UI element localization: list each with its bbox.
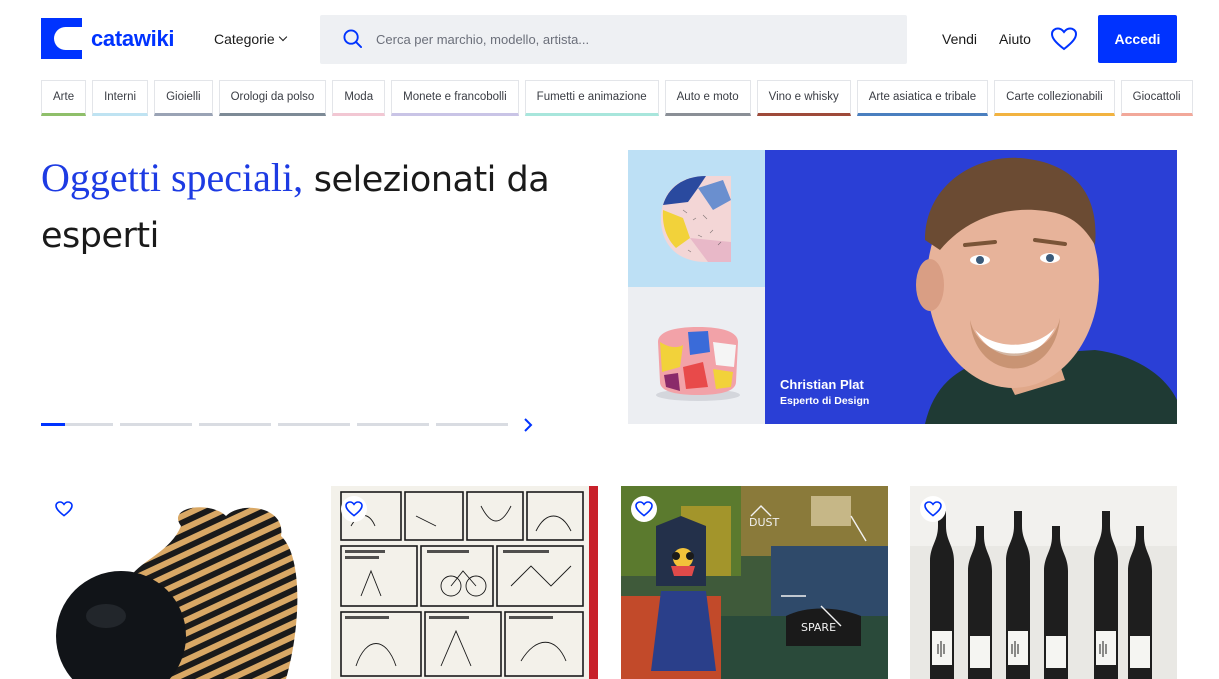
lot-card[interactable] [331,486,598,679]
svg-text:SPARE: SPARE [801,621,836,634]
carousel-next-arrow-icon[interactable] [520,417,536,433]
expert-role: Esperto di Design [780,395,870,407]
carousel-dot[interactable] [120,423,192,426]
category-tab[interactable]: Orologi da polso [218,80,327,116]
hero-title: Oggetti speciali, selezionati da esperti [41,150,601,264]
heart-icon [345,501,363,517]
carousel-dot[interactable] [199,423,271,426]
carousel-dot[interactable] [278,423,350,426]
help-link[interactable]: Aiuto [999,31,1031,47]
lot-card[interactable]: DUST SPARE [621,486,888,679]
chevron-down-icon [278,32,287,42]
category-tab[interactable]: Monete e francobolli [391,80,519,116]
category-tab[interactable]: Gioielli [154,80,213,116]
carousel-dot[interactable] [436,423,508,426]
site-header: catawiki Categorie Vendi Aiuto Accedi [0,0,1219,78]
lot-favorite-button[interactable] [51,496,77,522]
expert-name: Christian Plat [780,377,864,392]
search-input[interactable] [376,15,896,64]
design-object-image-2 [628,287,765,424]
lot-card[interactable] [41,486,308,679]
category-tab[interactable]: Auto e moto [664,80,751,116]
category-tab[interactable]: Moda [332,80,386,116]
svg-text:DUST: DUST [749,516,780,529]
hero-title-accent: Oggetti speciali, [41,155,304,200]
logo-text: catawiki [91,25,175,51]
catawiki-logo[interactable]: catawiki [41,18,175,59]
category-tab[interactable]: Interni [92,80,149,116]
heart-icon [55,501,73,517]
heart-icon [924,501,942,517]
category-tab[interactable]: Vino e whisky [756,80,851,116]
lot-favorite-button[interactable] [341,496,367,522]
categories-label: Categorie [214,31,275,47]
lot-favorite-button[interactable] [631,496,657,522]
favorites-heart-icon[interactable] [1051,27,1077,51]
category-tab[interactable]: Arte asiatica e tribale [856,80,989,116]
search-icon[interactable] [343,29,362,48]
category-tab[interactable]: Arte [41,80,87,116]
sell-link[interactable]: Vendi [942,31,977,47]
category-tabs: Arte Interni Gioielli Orologi da polso Moda M… [41,80,1199,117]
heart-icon [635,501,653,517]
carousel-dot[interactable] [357,423,429,426]
lot-favorite-button[interactable] [920,496,946,522]
categories-dropdown[interactable]: Categorie [214,31,287,47]
hero-banner[interactable]: Christian Plat Esperto di Design [628,150,1177,424]
category-tab[interactable]: Fumetti e animazione [524,80,659,116]
carousel-indicators [41,423,515,426]
login-button[interactable]: Accedi [1098,15,1177,63]
carousel-dot[interactable] [41,423,113,426]
category-tab[interactable]: Carte collezionabili [994,80,1115,116]
design-object-image-1 [628,150,765,287]
search-bar [320,15,907,64]
logo-mark-icon [41,18,82,59]
category-tab[interactable]: Giocattoli [1120,80,1193,116]
lot-card[interactable] [910,486,1177,679]
